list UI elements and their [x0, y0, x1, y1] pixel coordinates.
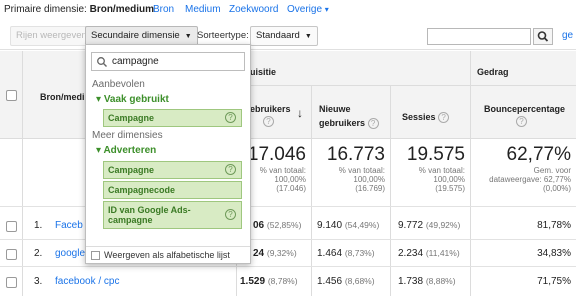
row-checkbox[interactable]	[6, 221, 17, 232]
total-bounce-rate-detail: Gem. voor dataweergave: 62,77% (0,00%)	[489, 166, 571, 193]
row-users: 06 (52,85%)	[253, 220, 302, 231]
secondary-dimension-dropdown: campagne Aanbevolen ▾ Vaak gebruikt Camp…	[85, 44, 251, 264]
divider	[390, 85, 391, 296]
column-header-sessions[interactable]: Sessies ?	[402, 111, 450, 124]
row-index: 2.	[34, 248, 43, 259]
search-icon	[97, 57, 107, 67]
sort-arrow-down-icon: ↓	[297, 106, 303, 120]
help-icon[interactable]: ?	[516, 116, 527, 127]
dimension-search-input[interactable]: campagne	[91, 52, 245, 71]
row-users: 24 (9,32%)	[253, 248, 297, 259]
column-header-bounce-rate[interactable]: Bouncepercentage	[484, 103, 565, 115]
triangle-down-icon: ▾	[96, 145, 102, 156]
row-bounce-rate: 34,83%	[537, 248, 571, 259]
plot-rows-button[interactable]: Rijen weergeven	[10, 26, 93, 46]
row-source-link[interactable]: google	[55, 248, 85, 259]
sort-type-select[interactable]: Standaard ▼	[250, 26, 318, 46]
divider	[236, 85, 576, 86]
advanced-link[interactable]: ge	[562, 30, 573, 41]
column-header-users[interactable]: ebruikers	[250, 103, 291, 115]
search-button[interactable]	[533, 28, 553, 45]
select-all-checkbox[interactable]	[6, 90, 17, 101]
group-label-more-dimensions: Meer dimensies	[92, 130, 163, 141]
total-new-users: 16.773	[326, 144, 385, 165]
row-source-link[interactable]: facebook / cpc	[55, 276, 119, 287]
help-icon[interactable]: ?	[367, 118, 379, 130]
dimension-option-bron[interactable]: Bron	[153, 4, 174, 15]
caret-down-icon: ▼	[184, 33, 192, 40]
row-bounce-rate: 71,75%	[537, 276, 571, 287]
alphabetical-list-label[interactable]: Weergeven als alfabetische lijst	[104, 250, 230, 260]
dimension-search-value: campagne	[112, 56, 159, 67]
total-sessions: 19.575	[406, 144, 465, 165]
group-header-behavior: Gedrag	[477, 67, 509, 77]
primary-dimension-current: Bron/medium	[89, 4, 155, 15]
triangle-down-icon: ▾	[96, 94, 102, 105]
row-index: 3.	[34, 276, 43, 287]
primary-dimension-bar: Primaire dimensie: Bron/medium Bron Medi…	[0, 0, 576, 22]
search-icon	[537, 31, 549, 42]
row-new-users: 1.464 (8,73%)	[317, 248, 375, 259]
dimension-option-campagne-recommended[interactable]: Campagne ?	[103, 109, 242, 127]
row-bounce-rate: 81,78%	[537, 220, 571, 231]
column-header-new-users-line2: gebruikers ?	[319, 117, 379, 130]
subgroup-advertising[interactable]: ▾ Adverteren	[96, 145, 156, 156]
row-sessions: 9.772 (49,92%)	[398, 220, 461, 231]
total-new-users-detail: % van totaal: 100,00% (16.769)	[338, 166, 385, 193]
dimension-option-medium[interactable]: Medium	[185, 4, 221, 15]
row-new-users: 1.456 (8,68%)	[317, 276, 375, 287]
sort-type-label: Sorteertype:	[197, 30, 249, 41]
dimension-option-campagnecode[interactable]: Campagnecode	[103, 181, 242, 199]
total-bounce-rate: 62,77%	[506, 144, 571, 165]
help-icon[interactable]: ?	[438, 112, 450, 124]
column-header-new-users[interactable]: Nieuwe	[319, 103, 351, 115]
row-sessions: 1.738 (8,88%)	[398, 276, 456, 287]
dropdown-footer: Weergeven als alfabetische lijst	[86, 246, 250, 264]
subgroup-frequently-used[interactable]: ▾ Vaak gebruikt	[96, 94, 169, 105]
dimension-option-google-ads-campaign-id[interactable]: ID van Google Ads-campagne ?	[103, 201, 242, 229]
row-users: 1.529 (8,78%)	[240, 276, 298, 287]
row-checkbox[interactable]	[6, 249, 17, 260]
caret-down-icon: ▼	[304, 33, 312, 40]
row-new-users: 9.140 (54,49%)	[317, 220, 380, 231]
divider	[0, 266, 576, 267]
dimension-option-zoekwoord[interactable]: Zoekwoord	[229, 4, 278, 15]
help-icon[interactable]: ?	[225, 164, 236, 175]
table-search-input[interactable]	[427, 28, 531, 45]
secondary-dimension-button[interactable]: Secundaire dimensie ▼	[85, 26, 198, 46]
row-index: 1.	[34, 220, 43, 231]
divider	[470, 51, 471, 296]
group-header-acquisition: uisitie	[250, 67, 277, 77]
row-checkbox[interactable]	[6, 277, 17, 288]
alphabetical-list-checkbox[interactable]	[91, 251, 100, 260]
row-sessions: 2.234 (11,41%)	[398, 248, 460, 259]
chevron-down-icon: ▾	[324, 5, 329, 14]
help-icon[interactable]: ?	[263, 116, 274, 127]
row-source-link[interactable]: Faceb	[55, 220, 83, 231]
help-icon[interactable]: ?	[225, 209, 236, 220]
divider	[22, 51, 23, 296]
dimension-option-overige[interactable]: Overige ▾	[287, 4, 329, 15]
group-label-recommended: Aanbevolen	[92, 79, 145, 90]
total-sessions-detail: % van totaal: 100,00% (19.575)	[418, 166, 465, 193]
help-icon[interactable]: ?	[225, 112, 236, 123]
primary-dimension-label: Primaire dimensie: Bron/medium	[4, 4, 155, 15]
divider	[311, 85, 312, 296]
dimension-option-campagne[interactable]: Campagne ?	[103, 161, 242, 179]
